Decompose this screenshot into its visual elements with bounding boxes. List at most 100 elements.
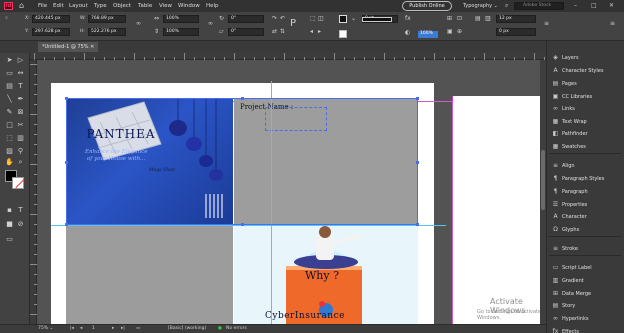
panel-paragraph[interactable]: ¶ Paragraph: [551, 186, 623, 197]
menu-layout[interactable]: Layout: [69, 2, 88, 10]
menu-view[interactable]: View: [159, 2, 172, 10]
handle-middle-left[interactable]: [65, 161, 68, 164]
panel-effects[interactable]: fx Effects: [551, 326, 623, 333]
content-collector-icon[interactable]: ▤: [5, 82, 14, 91]
h-field[interactable]: 522.276 px: [88, 28, 126, 36]
next-page[interactable]: [452, 96, 546, 324]
last-page-icon[interactable]: ▸|: [121, 325, 125, 332]
fit-frame-icon[interactable]: ▣: [447, 28, 453, 36]
rectangle-frame-tool-icon[interactable]: ⊠: [16, 108, 25, 117]
selection-bounding-box[interactable]: [65, 97, 419, 226]
panel-character[interactable]: A Character: [551, 211, 623, 222]
menu-type[interactable]: Type: [94, 2, 107, 10]
panel-glyphs[interactable]: Ω Glyphs: [551, 224, 623, 235]
flip-v-icon[interactable]: ⇅: [280, 28, 285, 36]
direct-selection-tool-icon[interactable]: ▷: [16, 56, 25, 65]
align-icon[interactable]: ≡: [544, 20, 549, 28]
text-wrap-box-icon[interactable]: ▥: [485, 15, 491, 23]
menu-help[interactable]: Help: [206, 2, 219, 10]
handle-top-center[interactable]: [241, 97, 244, 100]
stroke-type-selector[interactable]: [362, 17, 392, 22]
rectangle-tool-icon[interactable]: □: [5, 121, 14, 130]
menu-table[interactable]: Table: [138, 2, 152, 10]
document-tab[interactable]: *Untitled-1 @ 75% ✕: [38, 42, 99, 52]
opacity-field[interactable]: 100%: [418, 31, 438, 38]
handle-top-left[interactable]: [65, 97, 68, 100]
apply-color-icon[interactable]: ■: [5, 220, 14, 229]
first-page-icon[interactable]: |◂: [70, 325, 74, 332]
formatting-text-icon[interactable]: T: [16, 206, 25, 215]
reference-point-icon[interactable]: ⁘: [4, 15, 9, 23]
spacing-field[interactable]: 12 px: [496, 15, 536, 23]
home-icon[interactable]: ⌂: [19, 1, 24, 11]
constrain-proportions-icon[interactable]: ∞: [136, 20, 141, 28]
handle-bottom-center[interactable]: [241, 223, 244, 226]
gap-tool-icon[interactable]: ↔: [16, 69, 25, 78]
rotate-cw-icon[interactable]: ↷: [272, 15, 277, 23]
close-icon[interactable]: ✕: [609, 1, 614, 11]
pen-tool-icon[interactable]: ✒: [16, 95, 25, 104]
page-tool-icon[interactable]: ▭: [5, 69, 14, 78]
free-transform-tool-icon[interactable]: ⬚: [5, 134, 14, 143]
handle-middle-right[interactable]: [416, 161, 419, 164]
stock-search-input[interactable]: Adobe Stock: [514, 2, 564, 10]
menu-edit[interactable]: Edit: [53, 2, 64, 10]
center-content-icon[interactable]: ⊕: [457, 28, 462, 36]
handle-bottom-right[interactable]: [416, 223, 419, 226]
auto-fit-icon[interactable]: ⊞: [447, 15, 452, 23]
apply-none-icon[interactable]: ⊘: [16, 220, 25, 229]
panel-swatches[interactable]: ▦ Swatches: [551, 141, 623, 152]
zoom-tool-icon[interactable]: ⌕: [16, 158, 25, 167]
select-content-icon[interactable]: ◫: [318, 15, 324, 23]
hand-tool-icon[interactable]: ✋: [5, 158, 14, 167]
handle-bottom-left[interactable]: [65, 223, 68, 226]
scale-x-field[interactable]: 100%: [163, 15, 199, 23]
panel-links[interactable]: ∞ Links: [551, 103, 623, 114]
type-on-path-icon[interactable]: P: [290, 19, 296, 29]
fitting-field[interactable]: 0 px: [496, 28, 536, 36]
line-tool-icon[interactable]: ╲: [5, 95, 14, 104]
panel-layers[interactable]: ◈ Layers: [551, 52, 623, 63]
horizontal-guide[interactable]: [51, 225, 446, 226]
preflight-status[interactable]: No errors: [226, 325, 247, 332]
maximize-icon[interactable]: □: [591, 1, 597, 11]
text-wrap-none-icon[interactable]: ▤: [475, 15, 481, 23]
note-tool-icon[interactable]: ▨: [5, 147, 14, 156]
next-page-icon[interactable]: ▸: [112, 325, 114, 332]
rotate-field[interactable]: 0°: [228, 15, 264, 23]
handle-top-right[interactable]: [416, 97, 419, 100]
panel-data-merge[interactable]: ⊞ Data Merge: [551, 288, 623, 299]
panel-align[interactable]: ≡ Align: [551, 160, 623, 171]
panel-stroke[interactable]: ≡ Stroke: [551, 243, 623, 254]
selection-tool-icon[interactable]: ➤: [5, 56, 14, 65]
menu-window[interactable]: Window: [178, 2, 200, 10]
flip-h-icon[interactable]: ⇄: [272, 28, 277, 36]
scale-y-field[interactable]: 100%: [163, 28, 199, 36]
scissors-tool-icon[interactable]: ✂: [16, 121, 25, 130]
empty-frame-bottom-left[interactable]: [66, 226, 233, 324]
panel-text-wrap[interactable]: ▦ Text Wrap: [551, 116, 623, 127]
close-tab-icon[interactable]: ✕: [90, 44, 94, 50]
panel-story[interactable]: ▤ Story: [551, 300, 623, 311]
fit-content-icon[interactable]: ⊡: [457, 15, 462, 23]
open-page-icon[interactable]: ▭: [136, 325, 140, 332]
page-number[interactable]: 1: [92, 325, 95, 332]
preflight-profile[interactable]: [Basic] (working): [168, 325, 206, 332]
select-next-icon[interactable]: ▸: [318, 28, 321, 36]
panel-gradient[interactable]: ▥ Gradient: [551, 275, 623, 286]
panel-pages[interactable]: ▤ Pages: [551, 78, 623, 89]
formatting-container-icon[interactable]: ▪: [5, 206, 14, 215]
x-field[interactable]: 420.445 px: [32, 15, 70, 23]
w-field[interactable]: 768.89 px: [88, 15, 126, 23]
fx-icon[interactable]: fx: [405, 15, 411, 23]
panel-properties[interactable]: ☰ Properties: [551, 199, 623, 210]
menu-file[interactable]: File: [38, 2, 47, 10]
y-field[interactable]: 297.628 px: [32, 28, 70, 36]
eyedropper-tool-icon[interactable]: ⚲: [16, 147, 25, 156]
panel-pathfinder[interactable]: ◧ Pathfinder: [551, 128, 623, 139]
select-previous-icon[interactable]: ◂: [310, 28, 313, 36]
gradient-tool-icon[interactable]: ▥: [16, 134, 25, 143]
panel-hyperlinks[interactable]: ∞ Hyperlinks: [551, 313, 623, 324]
scrollbar-thumb[interactable]: [541, 150, 545, 210]
fill-swatch[interactable]: [339, 15, 347, 23]
